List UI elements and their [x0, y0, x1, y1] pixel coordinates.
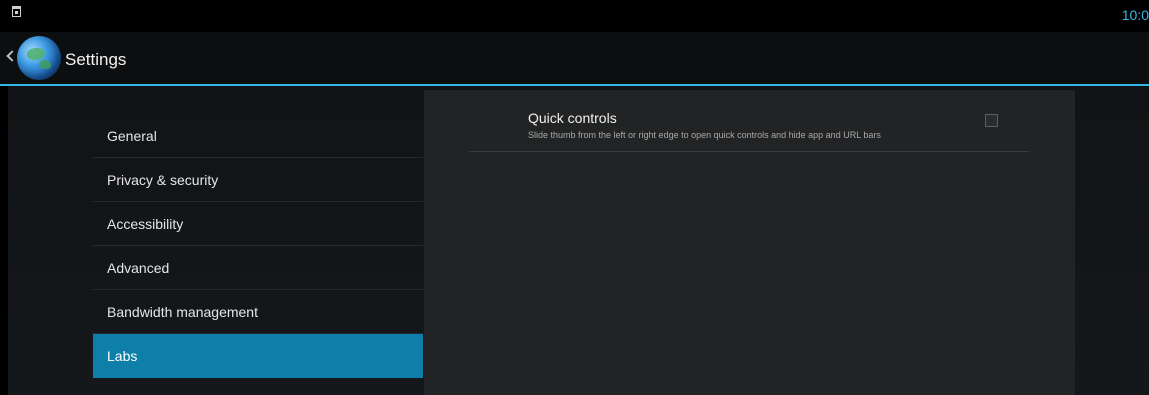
action-bar: Settings	[0, 32, 1149, 86]
detail-pane: Quick controls Slide thumb from the left…	[424, 90, 1075, 395]
header-item-labs[interactable]: Labs	[93, 334, 423, 378]
quick-controls-preference[interactable]: Quick controls Slide thumb from the left…	[469, 104, 1029, 152]
status-bar: 10:0	[0, 0, 1149, 32]
left-edge	[0, 86, 8, 395]
preference-summary: Slide thumb from the left or right edge …	[528, 130, 881, 140]
header-item-general[interactable]: General	[93, 114, 423, 158]
settings-content: General Privacy & security Accessibility…	[0, 86, 1149, 395]
header-item-advanced[interactable]: Advanced	[93, 246, 423, 290]
header-item-privacy-security[interactable]: Privacy & security	[93, 158, 423, 202]
header-item-bandwidth-management[interactable]: Bandwidth management	[93, 290, 423, 334]
settings-header-list: General Privacy & security Accessibility…	[93, 114, 423, 378]
header-item-accessibility[interactable]: Accessibility	[93, 202, 423, 246]
page-title: Settings	[65, 50, 127, 69]
quick-controls-checkbox[interactable]	[985, 114, 998, 127]
preference-title: Quick controls	[528, 110, 617, 126]
browser-globe-icon[interactable]	[17, 36, 61, 80]
chevron-left-icon[interactable]	[6, 50, 18, 62]
sd-card-icon	[12, 6, 21, 17]
status-clock: 10:0	[1121, 7, 1149, 23]
